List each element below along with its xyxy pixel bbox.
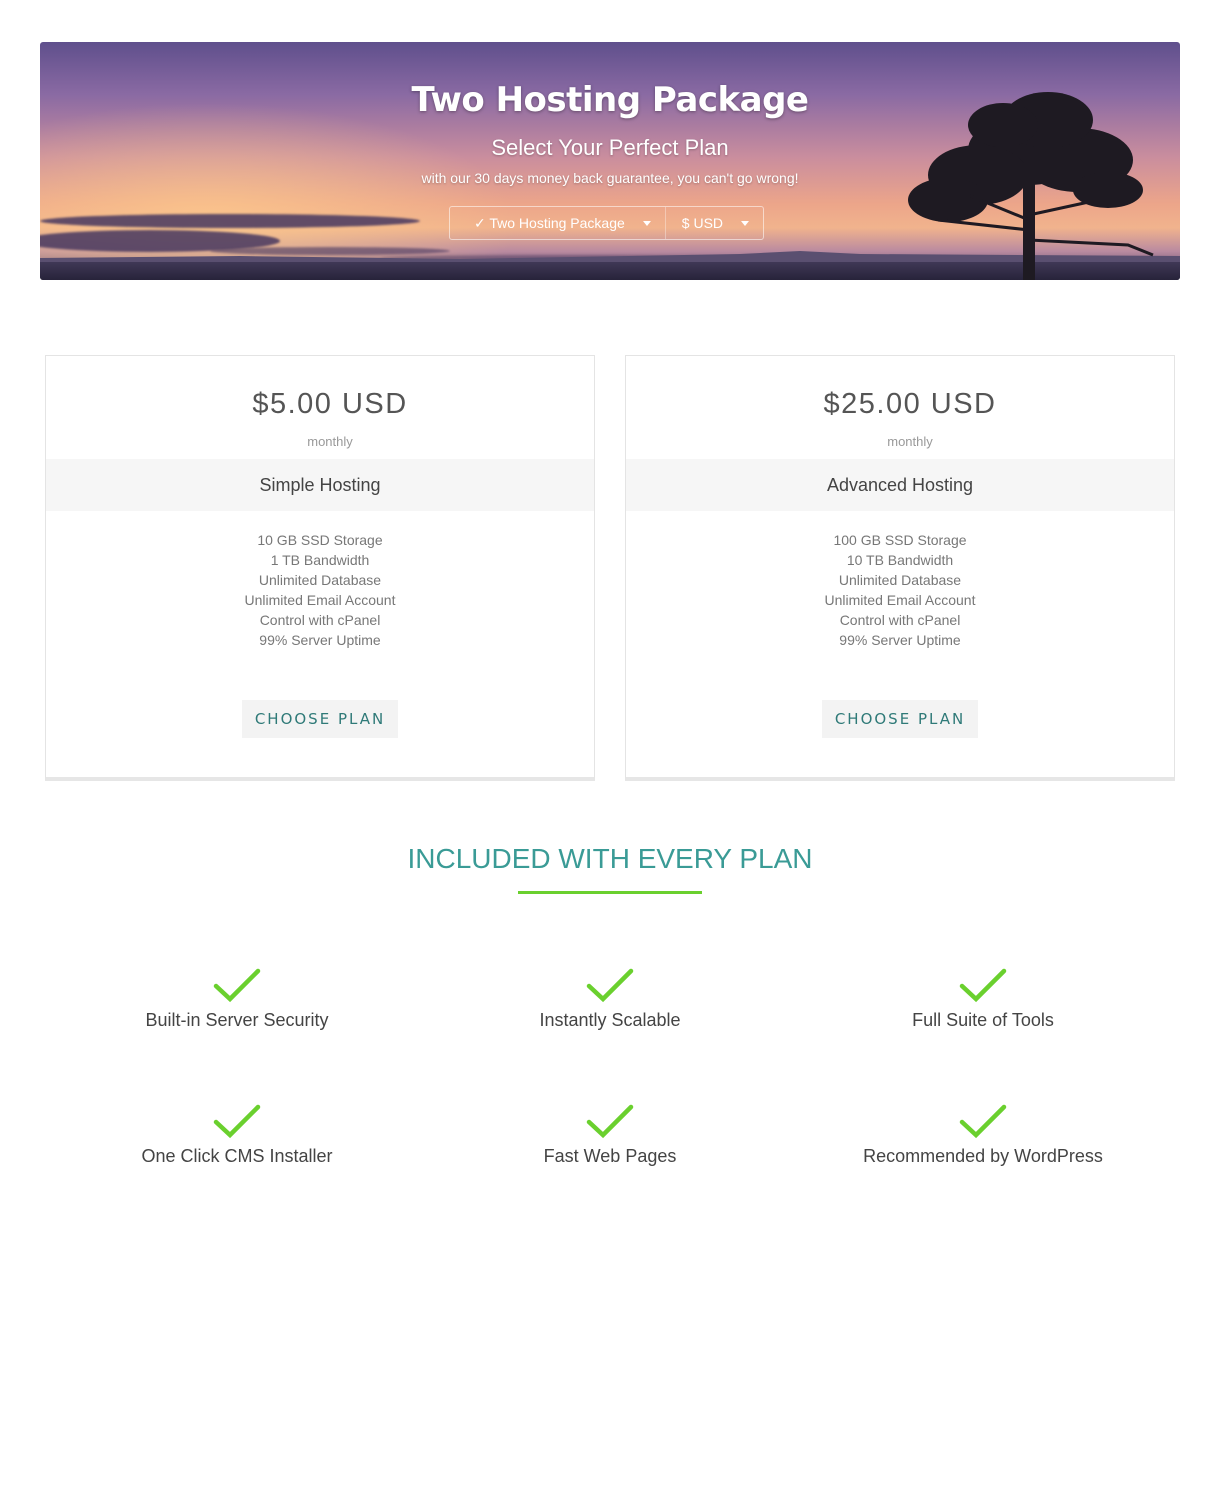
check-icon (213, 968, 261, 1003)
included-feature-label: Recommended by WordPress (863, 1146, 1103, 1166)
check-icon (586, 1104, 634, 1139)
plan-feature: 99% Server Uptime (839, 632, 961, 648)
page-subtitle: Select Your Perfect Plan (491, 135, 729, 160)
plan-feature: 99% Server Uptime (259, 632, 381, 648)
hero-banner: Two Hosting Package Select Your Perfect … (40, 42, 1180, 280)
currency-dropdown-label: $ USD (681, 215, 724, 231)
page-title: Two Hosting Package (411, 80, 809, 120)
plan-price: $5.00 USD (252, 388, 408, 420)
included-feature: Fast Web Pages (420, 1104, 800, 1167)
package-dropdown[interactable]: ✓ Two Hosting Package (450, 207, 665, 239)
plan-feature: 1 TB Bandwidth (270, 552, 370, 568)
included-feature-label: Full Suite of Tools (912, 1010, 1054, 1030)
cloud (40, 214, 420, 228)
included-feature: One Click CMS Installer (47, 1104, 427, 1167)
plan-period: monthly (307, 434, 353, 449)
check-icon (586, 968, 634, 1003)
included-feature: Full Suite of Tools (793, 968, 1173, 1031)
choose-plan-button[interactable]: CHOOSE PLAN (242, 700, 398, 738)
title-underline (518, 891, 702, 894)
included-section-title: INCLUDED WITH EVERY PLAN (407, 843, 813, 874)
check-icon (213, 1104, 261, 1139)
plan-feature: Control with cPanel (839, 612, 961, 628)
caret-down-icon (741, 220, 750, 226)
package-dropdown-label: ✓ Two Hosting Package (474, 214, 625, 231)
plan-feature: Unlimited Email Account (244, 592, 396, 608)
plan-features: 100 GB SSD Storage 10 TB Bandwidth Unlim… (626, 530, 1174, 650)
included-feature: Built-in Server Security (47, 968, 427, 1031)
plan-feature: Unlimited Database (838, 572, 962, 588)
check-icon (959, 968, 1007, 1003)
plan-features: 10 GB SSD Storage 1 TB Bandwidth Unlimit… (46, 530, 594, 650)
plan-card-simple: $5.00 USD monthly Simple Hosting 10 GB S… (45, 355, 595, 781)
currency-dropdown[interactable]: $ USD (664, 207, 763, 239)
included-feature-label: Built-in Server Security (145, 1010, 329, 1030)
included-feature-label: Instantly Scalable (539, 1010, 681, 1030)
plan-period: monthly (887, 434, 933, 449)
check-icon (959, 1104, 1007, 1139)
included-feature-label: Fast Web Pages (543, 1146, 677, 1166)
plan-feature: Unlimited Email Account (824, 592, 976, 608)
plan-feature: 10 GB SSD Storage (257, 532, 383, 548)
caret-down-icon (642, 220, 651, 226)
plan-price: $25.00 USD (823, 388, 997, 420)
plan-feature: Control with cPanel (259, 612, 381, 628)
plan-name: Advanced Hosting (626, 459, 1174, 511)
included-feature: Instantly Scalable (420, 968, 800, 1031)
selector-group: ✓ Two Hosting Package $ USD (449, 206, 765, 240)
plan-feature: 10 TB Bandwidth (846, 552, 954, 568)
plan-feature: Unlimited Database (258, 572, 382, 588)
plan-name: Simple Hosting (46, 459, 594, 511)
included-feature: Recommended by WordPress (793, 1104, 1173, 1167)
plan-feature: 100 GB SSD Storage (833, 532, 967, 548)
included-feature-label: One Click CMS Installer (141, 1146, 333, 1166)
plan-card-advanced: $25.00 USD monthly Advanced Hosting 100 … (625, 355, 1175, 781)
choose-plan-button[interactable]: CHOOSE PLAN (822, 700, 978, 738)
guarantee-tagline: with our 30 days money back guarantee, y… (421, 170, 799, 186)
